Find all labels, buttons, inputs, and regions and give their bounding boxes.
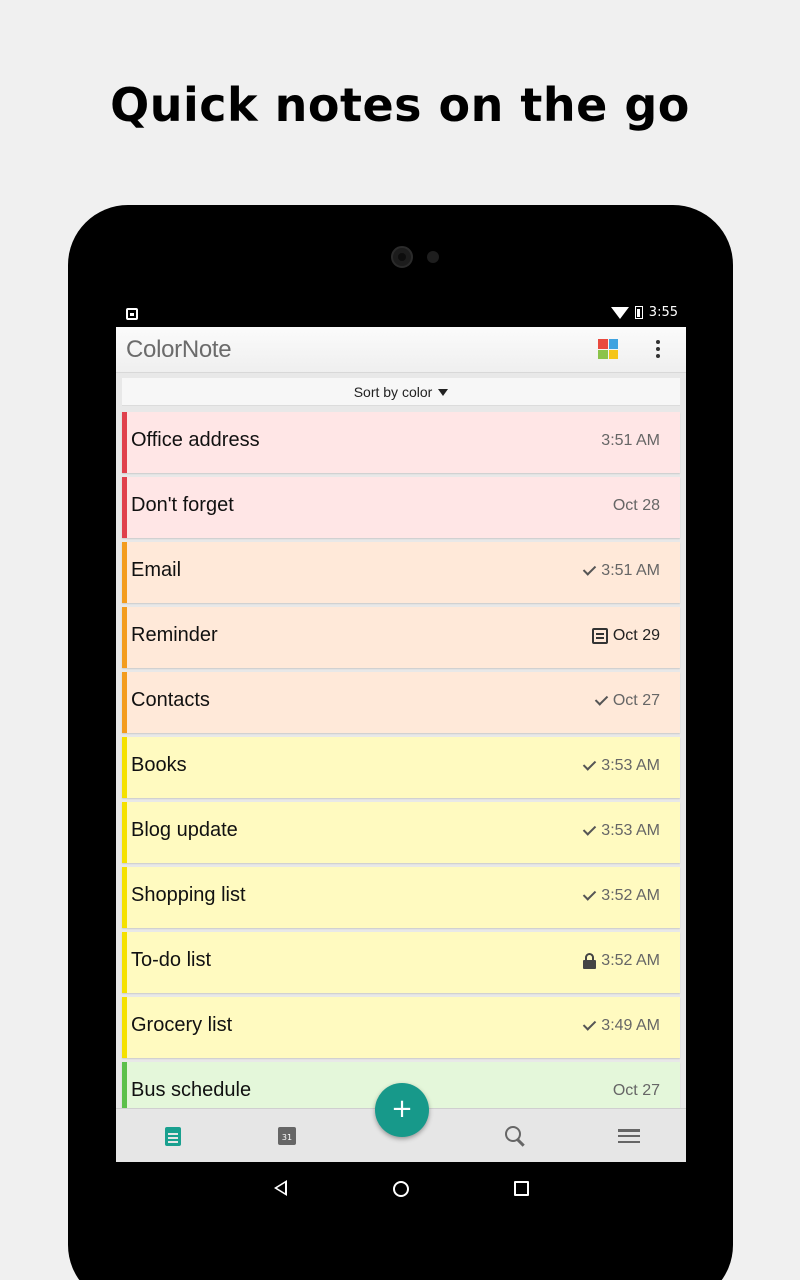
sort-by-color-button[interactable]: Sort by color — [122, 378, 680, 406]
note-item[interactable]: Contacts Oct 27 — [122, 672, 680, 733]
home-icon[interactable] — [393, 1181, 409, 1197]
lock-icon — [583, 953, 597, 969]
color-palette-icon[interactable] — [598, 339, 618, 359]
note-title: Reminder — [131, 624, 218, 646]
note-title: Blog update — [131, 819, 238, 841]
tab-notes[interactable] — [116, 1109, 230, 1162]
sort-label: Sort by color — [353, 384, 433, 400]
note-title: Books — [131, 754, 187, 776]
tab-search[interactable] — [458, 1109, 572, 1162]
notes-icon — [165, 1126, 181, 1146]
note-item[interactable]: Books 3:53 AM — [122, 737, 680, 798]
menu-icon — [618, 1129, 640, 1143]
note-meta: Oct 29 — [591, 627, 660, 645]
tab-calendar[interactable]: 31 — [230, 1109, 344, 1162]
note-date: 3:51 AM — [601, 432, 660, 449]
check-icon — [581, 891, 596, 901]
note-date: 3:52 AM — [601, 887, 660, 904]
caret-down-icon — [438, 389, 449, 396]
check-icon — [581, 826, 596, 836]
back-icon[interactable] — [274, 1180, 287, 1196]
note-title: Office address — [131, 429, 260, 451]
app-screen: ColorNote Sort by color Office address 3:… — [116, 327, 686, 1162]
palette-swatch — [598, 349, 608, 359]
note-meta: 3:51 AM — [581, 562, 660, 580]
note-title: Shopping list — [131, 884, 246, 906]
note-meta: Oct 27 — [613, 1082, 660, 1100]
light-sensor — [427, 251, 439, 263]
recents-icon[interactable] — [514, 1181, 529, 1196]
note-item[interactable]: To-do list 3:52 AM — [122, 932, 680, 993]
tab-menu[interactable] — [572, 1109, 686, 1162]
battery-icon — [634, 306, 643, 319]
note-date: 3:49 AM — [601, 1017, 660, 1034]
headline: Quick notes on the go — [110, 78, 690, 132]
check-icon — [581, 1021, 596, 1031]
note-date: 3:53 AM — [601, 757, 660, 774]
status-bar: 3:55 — [116, 303, 686, 327]
note-item[interactable]: Blog update 3:53 AM — [122, 802, 680, 863]
note-date: 3:53 AM — [601, 822, 660, 839]
palette-swatch — [608, 339, 618, 349]
notes-list: Office address 3:51 AM Don't forget Oct 28 E… — [122, 412, 680, 1127]
note-meta: 3:53 AM — [581, 822, 660, 840]
check-icon — [581, 761, 596, 771]
note-item[interactable]: Email 3:51 AM — [122, 542, 680, 603]
note-item[interactable]: Office address 3:51 AM — [122, 412, 680, 473]
status-right: 3:55 — [610, 305, 678, 320]
status-time: 3:55 — [648, 305, 678, 320]
calendar-icon: 31 — [278, 1127, 296, 1145]
note-date: Oct 28 — [612, 497, 660, 514]
note-meta: 3:49 AM — [581, 1017, 660, 1035]
check-icon — [581, 566, 596, 576]
note-date: 3:51 AM — [601, 562, 660, 579]
calendar-notification-icon — [126, 308, 138, 320]
note-date: Oct 29 — [612, 627, 660, 644]
more-options-icon[interactable] — [648, 338, 668, 360]
search-icon — [505, 1126, 525, 1146]
palette-swatch — [598, 339, 608, 349]
app-bar: ColorNote — [116, 327, 686, 373]
app-logo: ColorNote — [126, 336, 232, 363]
note-date: Oct 27 — [612, 1082, 660, 1099]
check-icon — [593, 696, 608, 706]
add-note-button[interactable]: + — [375, 1083, 429, 1137]
note-meta: 3:52 AM — [581, 887, 660, 905]
note-item[interactable]: Don't forget Oct 28 — [122, 477, 680, 538]
note-title: Email — [131, 559, 182, 581]
note-title: Don't forget — [131, 494, 234, 516]
note-item[interactable]: Reminder Oct 29 — [122, 607, 680, 668]
note-title: Bus schedule — [131, 1079, 252, 1101]
note-date: Oct 27 — [612, 692, 660, 709]
palette-swatch — [608, 349, 618, 359]
note-meta: 3:51 AM — [601, 432, 660, 450]
note-meta: Oct 28 — [613, 497, 660, 515]
note-meta: Oct 27 — [593, 692, 660, 710]
note-title: Contacts — [131, 689, 210, 711]
reminder-icon — [591, 628, 608, 644]
note-title: Grocery list — [131, 1014, 233, 1036]
note-meta: 3:52 AM — [583, 952, 660, 970]
front-camera — [391, 246, 413, 268]
system-nav-bar — [116, 1162, 686, 1216]
note-item[interactable]: Shopping list 3:52 AM — [122, 867, 680, 928]
note-title: To-do list — [131, 949, 212, 971]
note-date: 3:52 AM — [601, 952, 660, 969]
wifi-icon — [610, 306, 629, 319]
note-meta: 3:53 AM — [581, 757, 660, 775]
note-item[interactable]: Grocery list 3:49 AM — [122, 997, 680, 1058]
